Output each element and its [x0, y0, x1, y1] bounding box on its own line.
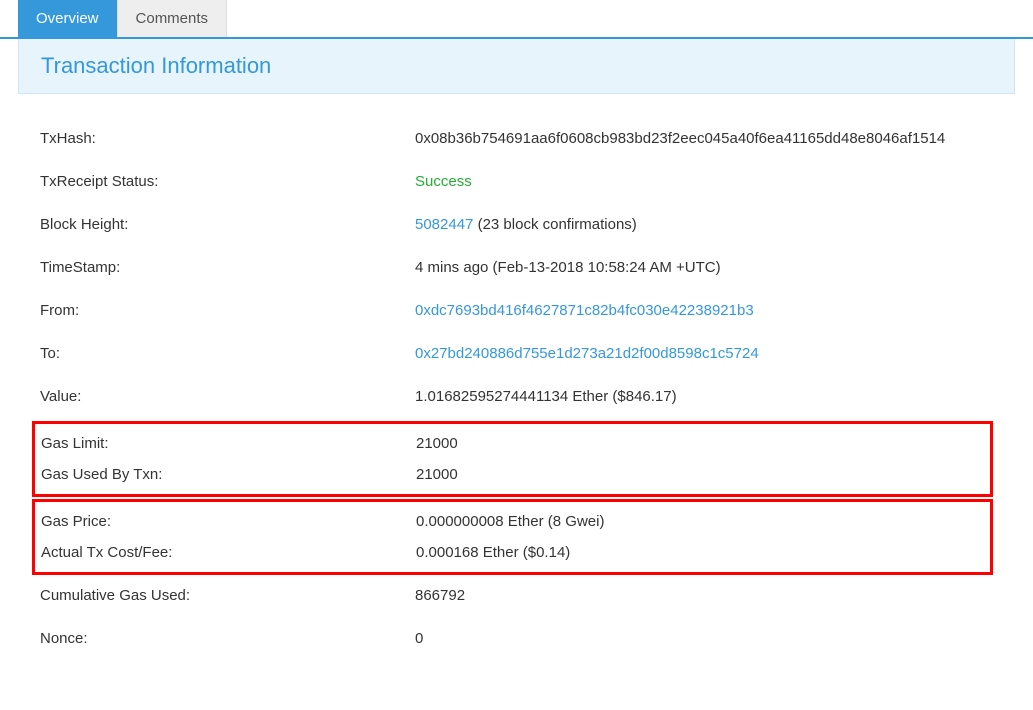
row-status: TxReceipt Status: Success	[40, 163, 993, 200]
value-gas-used: 21000	[416, 466, 984, 483]
value-nonce: 0	[415, 630, 993, 647]
value-value: 1.01682595274441134 Ether ($846.17)	[415, 388, 993, 405]
row-nonce: Nonce: 0	[40, 620, 993, 657]
value-txhash: 0x08b36b754691aa6f0608cb983bd23f2eec045a…	[415, 130, 993, 147]
row-gas-price: Gas Price: 0.000000008 Ether (8 Gwei)	[41, 506, 984, 537]
label-status: TxReceipt Status:	[40, 173, 415, 190]
text-confirmations: (23 block confirmations)	[473, 216, 636, 233]
label-cumulative-gas: Cumulative Gas Used:	[40, 587, 415, 604]
tabs: Overview Comments	[0, 0, 1033, 39]
value-gas-price: 0.000000008 Ether (8 Gwei)	[416, 513, 984, 530]
label-nonce: Nonce:	[40, 630, 415, 647]
row-cumulative-gas: Cumulative Gas Used: 866792	[40, 577, 993, 614]
row-value: Value: 1.01682595274441134 Ether ($846.1…	[40, 378, 993, 415]
label-gas-used: Gas Used By Txn:	[41, 466, 416, 483]
value-gas-limit: 21000	[416, 435, 984, 452]
link-block-height[interactable]: 5082447	[415, 216, 473, 233]
row-timestamp: TimeStamp: 4 mins ago (Feb-13-2018 10:58…	[40, 249, 993, 286]
row-tx-fee: Actual Tx Cost/Fee: 0.000168 Ether ($0.1…	[41, 537, 984, 568]
value-status: Success	[415, 173, 993, 190]
label-gas-price: Gas Price:	[41, 513, 416, 530]
row-to: To: 0x27bd240886d755e1d273a21d2f00d8598c…	[40, 335, 993, 372]
value-cumulative-gas: 866792	[415, 587, 993, 604]
label-block-height: Block Height:	[40, 216, 415, 233]
link-to-address[interactable]: 0x27bd240886d755e1d273a21d2f00d8598c1c57…	[415, 345, 993, 362]
row-txhash: TxHash: 0x08b36b754691aa6f0608cb983bd23f…	[40, 120, 993, 157]
panel-body: TxHash: 0x08b36b754691aa6f0608cb983bd23f…	[18, 94, 1015, 673]
label-to: To:	[40, 345, 415, 362]
label-txhash: TxHash:	[40, 130, 415, 147]
highlight-gas-price-fee: Gas Price: 0.000000008 Ether (8 Gwei) Ac…	[32, 499, 993, 575]
link-from-address[interactable]: 0xdc7693bd416f4627871c82b4fc030e42238921…	[415, 302, 993, 319]
value-timestamp: 4 mins ago (Feb-13-2018 10:58:24 AM +UTC…	[415, 259, 993, 276]
value-block-height: 5082447 (23 block confirmations)	[415, 216, 993, 233]
label-gas-limit: Gas Limit:	[41, 435, 416, 452]
row-from: From: 0xdc7693bd416f4627871c82b4fc030e42…	[40, 292, 993, 329]
panel-title: Transaction Information	[18, 39, 1015, 94]
highlight-gas-limit-used: Gas Limit: 21000 Gas Used By Txn: 21000	[32, 421, 993, 497]
value-tx-fee: 0.000168 Ether ($0.14)	[416, 544, 984, 561]
label-from: From:	[40, 302, 415, 319]
label-tx-fee: Actual Tx Cost/Fee:	[41, 544, 416, 561]
tab-overview[interactable]: Overview	[18, 0, 118, 37]
tab-comments[interactable]: Comments	[118, 0, 228, 37]
row-block-height: Block Height: 5082447 (23 block confirma…	[40, 206, 993, 243]
row-gas-used: Gas Used By Txn: 21000	[41, 459, 984, 490]
label-value: Value:	[40, 388, 415, 405]
row-gas-limit: Gas Limit: 21000	[41, 428, 984, 459]
label-timestamp: TimeStamp:	[40, 259, 415, 276]
